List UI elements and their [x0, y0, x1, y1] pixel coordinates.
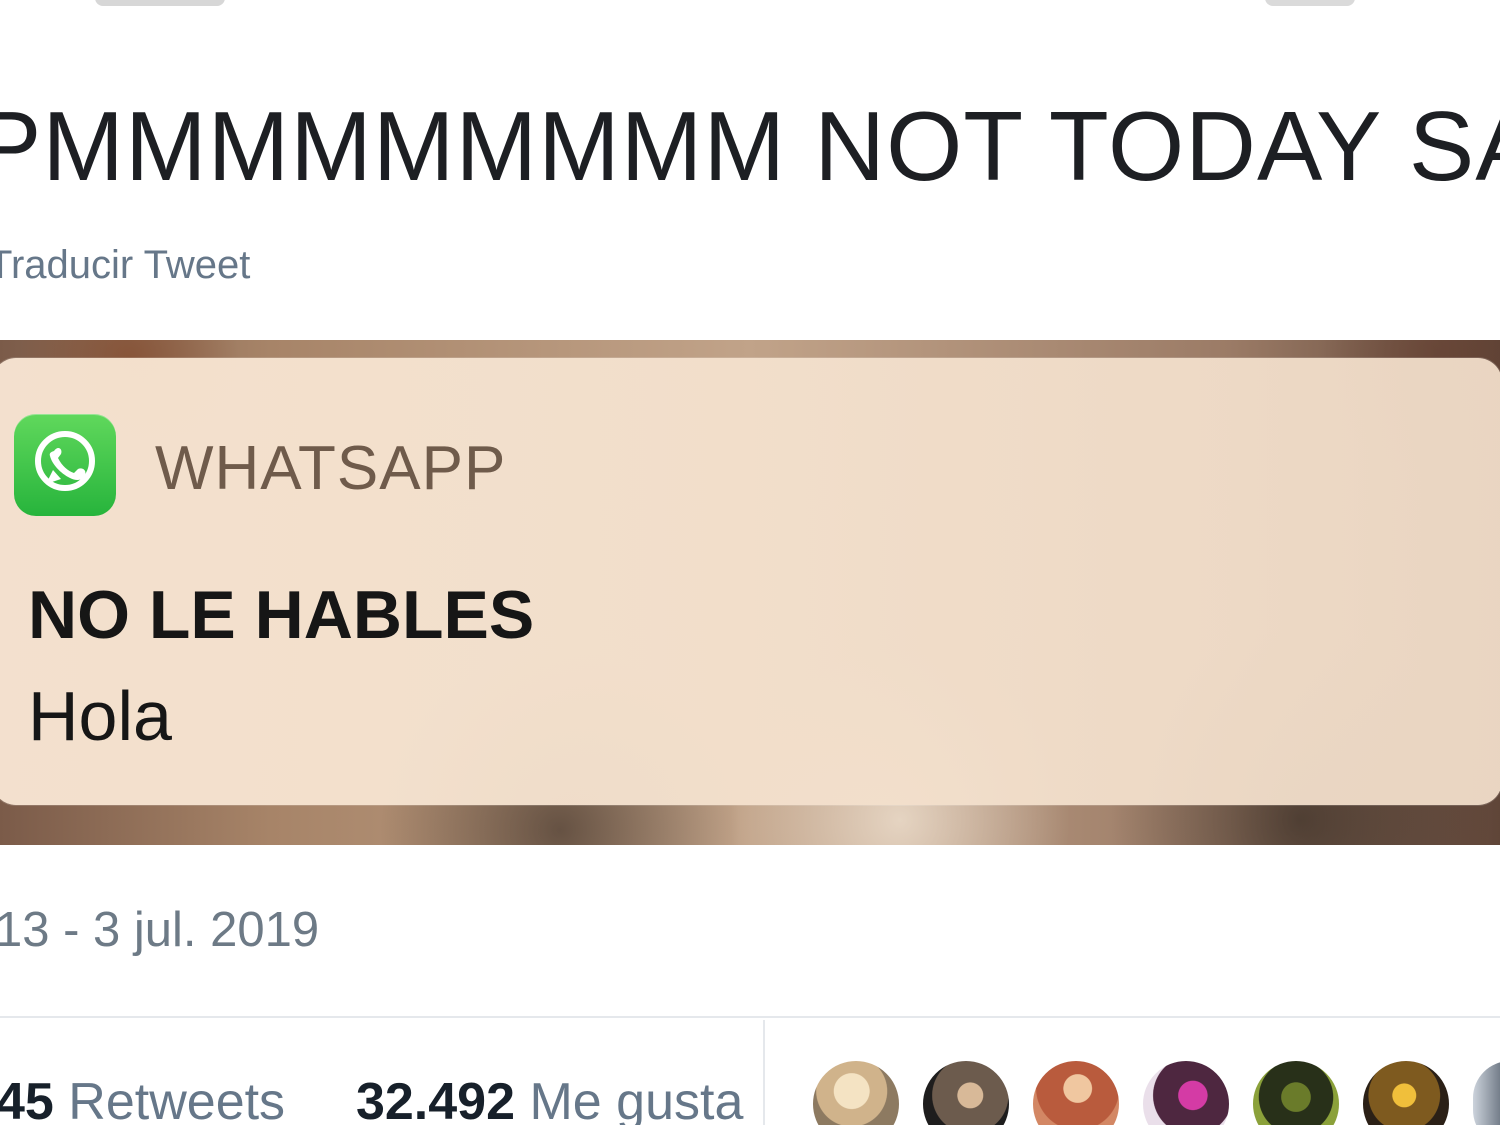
cropped-top-ui-fragment — [95, 0, 225, 6]
whatsapp-notification: WHATSAPP NO LE HABLES Hola — [0, 358, 1500, 805]
avatar[interactable] — [1140, 1058, 1232, 1125]
tweet-stats: 45 Retweets 32.492 Me gusta — [0, 1070, 743, 1125]
avatar[interactable] — [1250, 1058, 1342, 1125]
tweet-media[interactable]: WHATSAPP NO LE HABLES Hola — [0, 340, 1500, 845]
notification-sender: NO LE HABLES — [28, 577, 535, 653]
stats-avatar-divider — [763, 1020, 765, 1125]
tweet-timestamp: 13 - 3 jul. 2019 — [0, 903, 320, 957]
avatar[interactable] — [1030, 1058, 1122, 1125]
whatsapp-icon — [14, 414, 116, 516]
avatar[interactable] — [920, 1058, 1012, 1125]
cropped-top-ui-fragment — [1265, 0, 1355, 6]
retweets-label[interactable]: Retweets — [68, 1073, 285, 1125]
stats-divider — [0, 1016, 1500, 1018]
avatar[interactable] — [810, 1058, 902, 1125]
tweet-screenshot: PMMMMMMMMM NOT TODAY SA Traducir Tweet W… — [0, 0, 1500, 1125]
retweets-count[interactable]: 45 — [0, 1073, 54, 1125]
notification-app-name: WHATSAPP — [155, 434, 507, 503]
tweet-text: PMMMMMMMMM NOT TODAY SA — [0, 91, 1500, 201]
likes-count[interactable]: 32.492 — [356, 1073, 515, 1125]
liked-by-avatars — [810, 1058, 1500, 1125]
avatar[interactable] — [1470, 1058, 1500, 1125]
avatar[interactable] — [1360, 1058, 1452, 1125]
translate-tweet-link[interactable]: Traducir Tweet — [0, 240, 250, 290]
likes-label[interactable]: Me gusta — [529, 1073, 743, 1125]
notification-message: Hola — [28, 677, 172, 755]
